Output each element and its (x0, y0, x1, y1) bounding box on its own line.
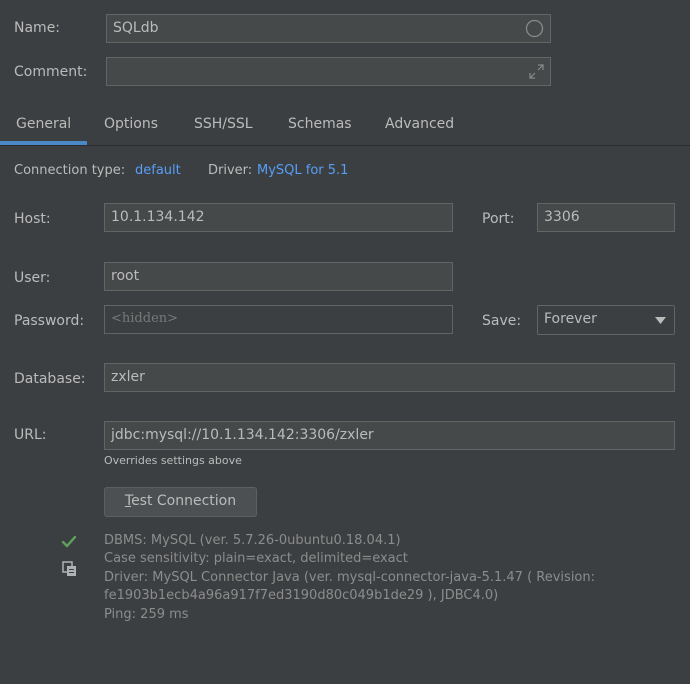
password-placeholder: <hidden> (111, 311, 179, 326)
circle-icon[interactable] (525, 19, 544, 38)
password-label: Password: (14, 313, 85, 329)
driver-link[interactable]: MySQL for 5.1 (257, 162, 348, 180)
url-label: URL: (14, 427, 47, 443)
user-value: root (111, 268, 140, 284)
database-value: zxler (111, 369, 145, 385)
user-label: User: (14, 270, 51, 286)
tab-options[interactable]: Options (104, 114, 158, 134)
tab-ssh-ssl[interactable]: SSH/SSL (194, 114, 253, 134)
name-value: SQLdb (113, 20, 159, 36)
tab-general[interactable]: General (16, 114, 71, 134)
port-input[interactable]: 3306 (537, 203, 675, 232)
user-input[interactable]: root (104, 262, 453, 291)
chevron-down-icon (655, 317, 666, 324)
result-ping: Ping: 259 ms (104, 607, 189, 622)
result-case-sensitivity: Case sensitivity: plain=exact, delimited… (104, 551, 408, 566)
host-value: 10.1.134.142 (111, 209, 205, 225)
tab-schemas[interactable]: Schemas (288, 114, 352, 134)
database-input[interactable]: zxler (104, 363, 675, 392)
result-dbms: DBMS: MySQL (ver. 5.7.26-0ubuntu0.18.04.… (104, 533, 401, 548)
comment-input[interactable] (106, 57, 551, 86)
host-input[interactable]: 10.1.134.142 (104, 203, 453, 232)
active-tab-indicator (0, 141, 87, 145)
name-label: Name: (14, 20, 61, 36)
comment-label: Comment: (14, 64, 88, 80)
tab-advanced[interactable]: Advanced (385, 114, 454, 134)
connection-type-label: Connection type: (14, 163, 126, 178)
name-input[interactable]: SQLdb (106, 14, 551, 43)
save-label: Save: (482, 313, 522, 329)
expand-icon[interactable] (528, 63, 545, 80)
port-value: 3306 (544, 209, 580, 225)
password-input[interactable]: <hidden> (104, 305, 453, 334)
tab-bar: General Options SSH/SSL Schemas Advanced (0, 104, 690, 146)
result-driver: Driver: MySQL Connector Java (ver. mysql… (104, 570, 595, 585)
copy-icon[interactable] (62, 561, 78, 577)
save-select[interactable]: Forever (537, 305, 675, 335)
test-connection-button[interactable]: Test Connection (104, 487, 257, 517)
database-label: Database: (14, 371, 86, 387)
url-input[interactable]: jdbc:mysql://10.1.134.142:3306/zxler (104, 421, 675, 450)
url-value: jdbc:mysql://10.1.134.142:3306/zxler (111, 427, 374, 443)
url-hint: Overrides settings above (104, 454, 242, 467)
port-label: Port: (482, 211, 515, 227)
success-check-icon (61, 535, 77, 548)
connection-type-link[interactable]: default (135, 162, 181, 180)
result-driver-revision: fe1903b1ecb4a96a917f7ed3190d80c049b1de29… (104, 588, 499, 603)
save-select-value: Forever (544, 311, 597, 327)
driver-label: Driver: (208, 163, 253, 178)
test-connection-label: est Connection (131, 493, 237, 509)
host-label: Host: (14, 211, 51, 227)
